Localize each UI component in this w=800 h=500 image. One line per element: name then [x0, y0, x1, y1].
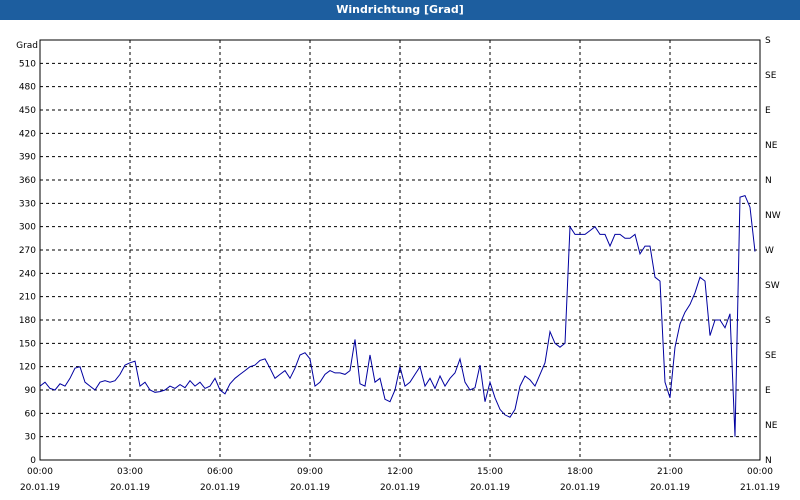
y-tick-label: 360 [19, 176, 36, 186]
y-tick-label: 330 [19, 199, 36, 209]
x-tick-date: 21.01.19 [740, 483, 780, 493]
y-axis-label: Grad [16, 41, 38, 51]
right-axis-label: NE [765, 421, 778, 431]
y-tick-label: 480 [19, 83, 36, 93]
right-axis-label: E [765, 106, 771, 116]
y-tick-label: 210 [19, 293, 36, 303]
right-axis-label: SW [765, 281, 780, 291]
x-tick-time: 00:00 [747, 467, 773, 477]
x-tick-date: 20.01.19 [20, 483, 60, 493]
x-tick-time: 15:00 [477, 467, 503, 477]
right-axis-label: N [765, 176, 772, 186]
y-tick-label: 450 [19, 106, 36, 116]
x-tick-date: 20.01.19 [380, 483, 420, 493]
y-tick-label: 120 [19, 363, 36, 373]
x-tick-time: 18:00 [567, 467, 593, 477]
x-tick-date: 20.01.19 [290, 483, 330, 493]
wind-direction-series-line [39, 194, 756, 437]
y-tick-label: 90 [25, 386, 37, 396]
x-tick-time: 06:00 [207, 467, 233, 477]
y-tick-label: 420 [19, 129, 36, 139]
right-axis-label: W [765, 246, 774, 256]
y-tick-label: 60 [25, 409, 37, 419]
x-tick-date: 20.01.19 [470, 483, 510, 493]
x-tick-date: 20.01.19 [110, 483, 150, 493]
window-title: Windrichtung [Grad] [0, 0, 800, 20]
x-tick-date: 20.01.19 [650, 483, 690, 493]
y-tick-label: 390 [19, 153, 36, 163]
x-tick-date: 20.01.19 [200, 483, 240, 493]
y-tick-label: 270 [19, 246, 36, 256]
y-tick-label: 0 [30, 456, 36, 466]
wind-direction-chart: 0 30 60 90 120 150 180 210 240 270 300 330 360 390 420… [16, 36, 781, 493]
right-axis-label: SE [765, 351, 777, 361]
x-tick-time: 21:00 [657, 467, 683, 477]
y-tick-label: 150 [19, 339, 36, 349]
x-tick-time: 09:00 [297, 467, 323, 477]
right-axis-label: E [765, 386, 771, 396]
right-axis-label: S [765, 36, 771, 46]
right-axis-label: NE [765, 141, 778, 151]
x-tick-time: 12:00 [387, 467, 413, 477]
y-tick-label: 180 [19, 316, 36, 326]
right-axis-label: S [765, 316, 771, 326]
right-axis-label: SE [765, 71, 777, 81]
y-tick-label: 240 [19, 269, 36, 279]
x-tick-time: 00:00 [27, 467, 53, 477]
right-axis-label: N [765, 456, 772, 466]
x-tick-date: 20.01.19 [560, 483, 600, 493]
right-axis-label: NW [765, 211, 781, 221]
y-tick-label: 30 [25, 433, 37, 443]
x-tick-time: 03:00 [117, 467, 143, 477]
y-tick-label: 300 [19, 223, 36, 233]
y-tick-label: 510 [19, 59, 36, 69]
